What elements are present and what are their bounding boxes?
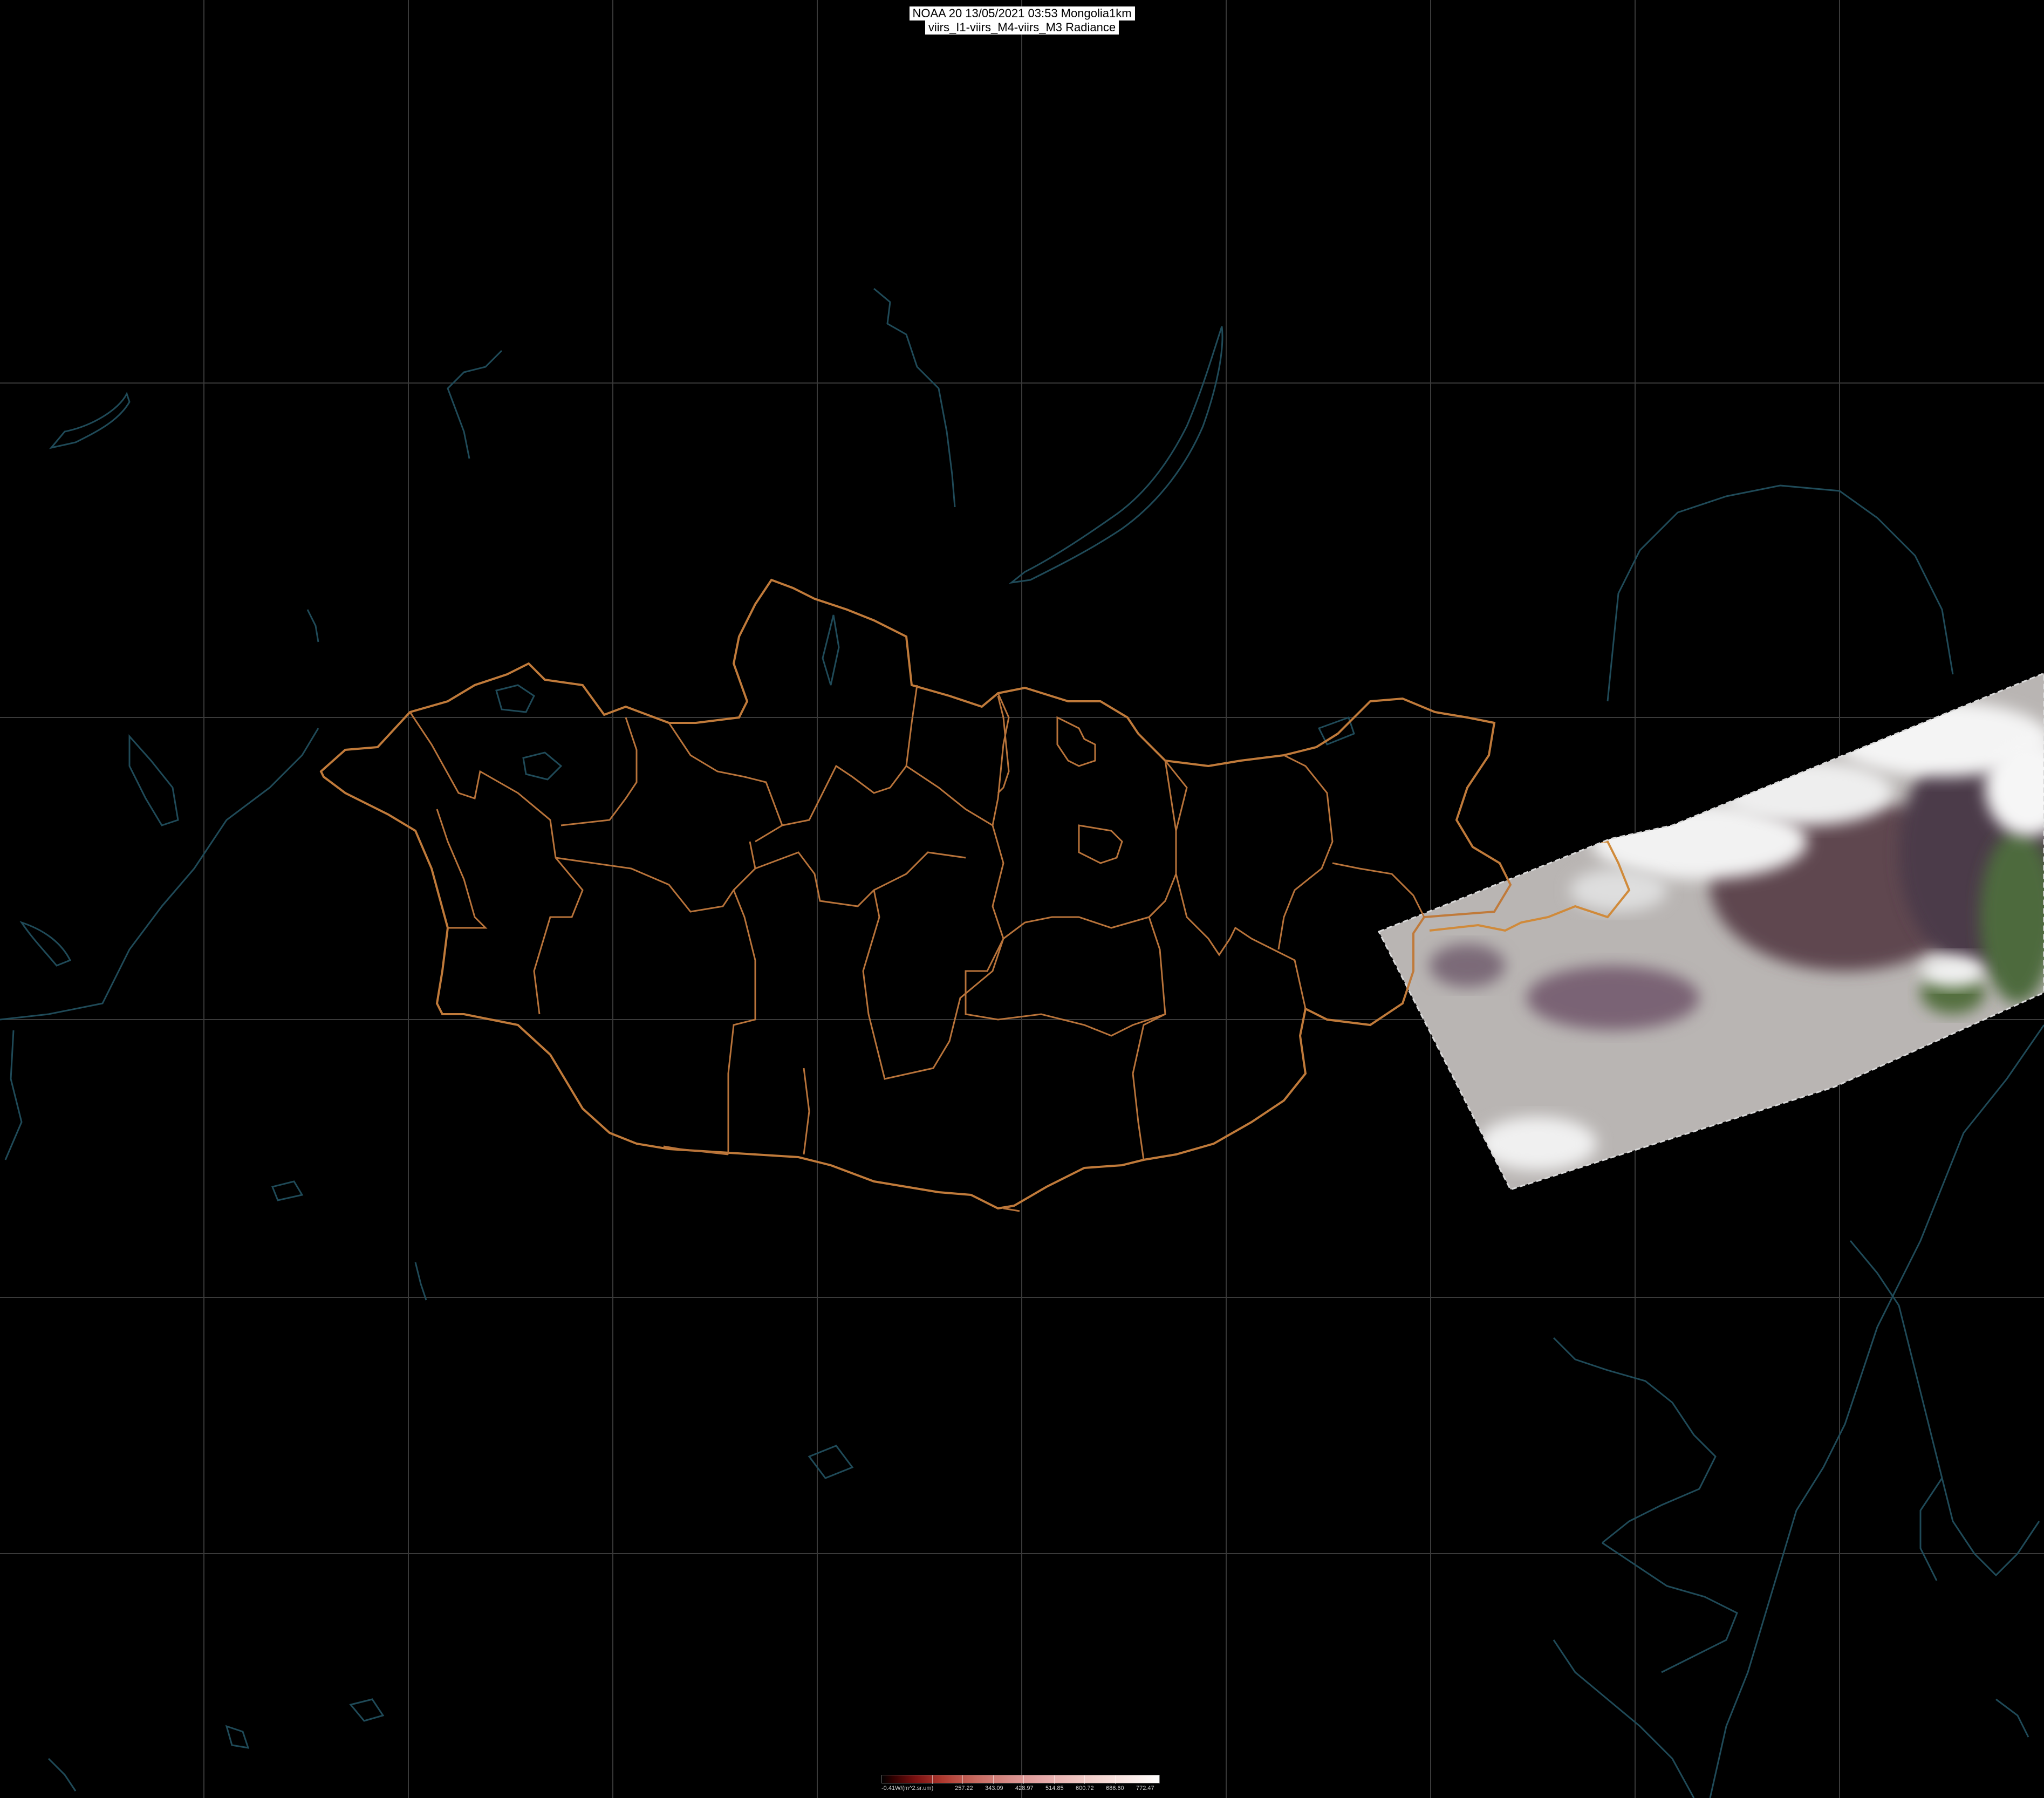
- legend-label: 600.72: [1076, 1785, 1094, 1792]
- legend-labels: -0.41W/(m^2.sr.um) 257.22 343.09 428.97 …: [881, 1785, 1160, 1793]
- legend-color-bar: [881, 1775, 1160, 1784]
- swath-dark-region: [1430, 944, 1505, 987]
- title-line-2: viirs_I1-viirs_M4-viirs_M3 Radiance: [925, 20, 1119, 35]
- legend-label: 514.85: [1045, 1785, 1064, 1792]
- legend-label: 343.09: [985, 1785, 1003, 1792]
- title-line-1: NOAA 20 13/05/2021 03:53 Mongolia1km: [909, 6, 1135, 20]
- legend-label: -0.41W/(m^2.sr.um): [881, 1785, 934, 1792]
- legend-label: 772.47: [1136, 1785, 1154, 1792]
- legend-label: 428.97: [1015, 1785, 1034, 1792]
- legend-label: 686.60: [1106, 1785, 1124, 1792]
- swath-dark-region: [1527, 966, 1699, 1030]
- map-title: NOAA 20 13/05/2021 03:53 Mongolia1km vii…: [909, 6, 1135, 35]
- color-legend: -0.41W/(m^2.sr.um) 257.22 343.09 428.97 …: [881, 1775, 1160, 1793]
- map-canvas: [0, 0, 2044, 1798]
- swath-cloud: [1920, 955, 1985, 987]
- legend-label: 257.22: [955, 1785, 973, 1792]
